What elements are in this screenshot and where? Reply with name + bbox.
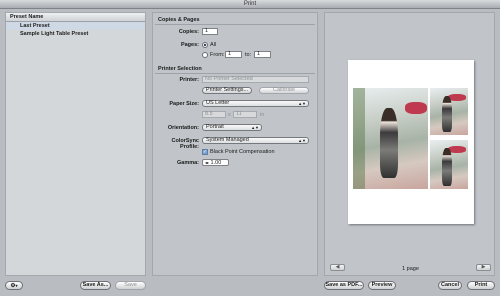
paper-size-value: US Letter (206, 100, 230, 106)
window-title: Print (0, 0, 500, 9)
copies-field[interactable]: 1 (202, 28, 218, 35)
chevron-down-icon: ▾ (15, 283, 18, 288)
paper-width-field: 8.5 (202, 111, 226, 118)
section-divider (155, 24, 315, 25)
orientation-popup[interactable]: Portrait ▲▼ (202, 124, 262, 131)
print-button[interactable]: Print (467, 281, 495, 290)
popup-arrows-icon: ▲▼ (298, 101, 306, 106)
pages-from-label: From: (210, 52, 225, 58)
gamma-value: 1.00 (210, 160, 222, 166)
page-preview (348, 60, 474, 224)
photo-preview-large (353, 88, 428, 189)
pages-all-label: All (210, 42, 217, 48)
paper-height-field: 11 (233, 111, 257, 118)
settings-panel: Copies & Pages Copies: 1 Pages: All From… (152, 12, 318, 276)
paper-size-popup[interactable]: US Letter ▲▼ (202, 100, 309, 107)
pages-label: Pages: (180, 42, 199, 48)
orientation-label: Orientation: (167, 125, 199, 131)
save-as-button[interactable]: Save As... (80, 281, 111, 290)
gamma-stepper[interactable]: ◂▸ 1.00 (202, 159, 229, 166)
palm-shape (353, 88, 365, 189)
preview-panel: ◀ 1 page ▶ (324, 12, 495, 276)
figure-shape (380, 108, 398, 178)
dimension-separator: x (228, 112, 231, 118)
colorsync-profile-popup[interactable]: System Managed ▲▼ (202, 137, 309, 144)
popup-arrows-icon: ▲▼ (251, 125, 259, 130)
pages-from-radio[interactable] (202, 52, 208, 58)
unit-label: in (260, 112, 265, 118)
pages-from-field[interactable]: 1 (225, 51, 242, 58)
figure-shape (442, 96, 452, 132)
preset-column-header: Preset Name (6, 13, 145, 22)
save-as-pdf-button[interactable]: Save as PDF... (324, 281, 364, 290)
cancel-button[interactable]: Cancel (438, 281, 462, 290)
black-point-compensation-checkbox[interactable]: ✓ (202, 149, 208, 155)
preset-actions-button[interactable]: ⚙▾ (5, 281, 23, 290)
preview-button[interactable]: Preview (368, 281, 396, 290)
page-count-label: 1 page (402, 266, 419, 272)
pages-to-field[interactable]: 1 (254, 51, 271, 58)
preset-list-panel: Preset Name Last Preset Sample Light Tab… (5, 12, 146, 276)
orientation-value: Portrait (206, 124, 224, 130)
photo-preview-top (430, 88, 468, 135)
pages-all-radio[interactable] (202, 42, 208, 48)
popup-arrows-icon: ▲▼ (298, 138, 306, 143)
copies-label: Copies: (178, 29, 199, 35)
printer-label: Printer: (179, 77, 199, 83)
section-divider (155, 73, 315, 74)
printer-settings-button[interactable]: Printer Settings... (202, 87, 252, 94)
figure-shape (442, 148, 452, 186)
black-point-compensation-label: Black Point Compensation (210, 149, 275, 155)
colorsync-profile-value: System Managed (206, 137, 249, 143)
printer-field: No Printer Selected (202, 76, 309, 83)
calibrate-button: Calibrate (259, 87, 309, 94)
copies-pages-section-title: Copies & Pages (158, 17, 200, 23)
stepper-arrows-icon: ◂▸ (205, 160, 210, 165)
pages-to-label: to: (245, 52, 252, 58)
next-page-button[interactable]: ▶ (476, 264, 491, 271)
save-button: Save (115, 281, 146, 290)
gamma-label: Gamma: (176, 160, 199, 166)
paper-size-label: Paper Size: (169, 101, 199, 107)
colorsync-profile-label: ColorSync Profile: (171, 138, 199, 150)
preset-item-last-preset[interactable]: Last Preset (6, 22, 145, 30)
chevron-right-icon: ▶ (481, 264, 486, 270)
photo-preview-bottom (430, 140, 468, 189)
printer-selection-section-title: Printer Selection (158, 66, 202, 72)
flowers-shape (405, 102, 427, 114)
preset-item-sample-light-table[interactable]: Sample Light Table Preset (6, 30, 145, 38)
